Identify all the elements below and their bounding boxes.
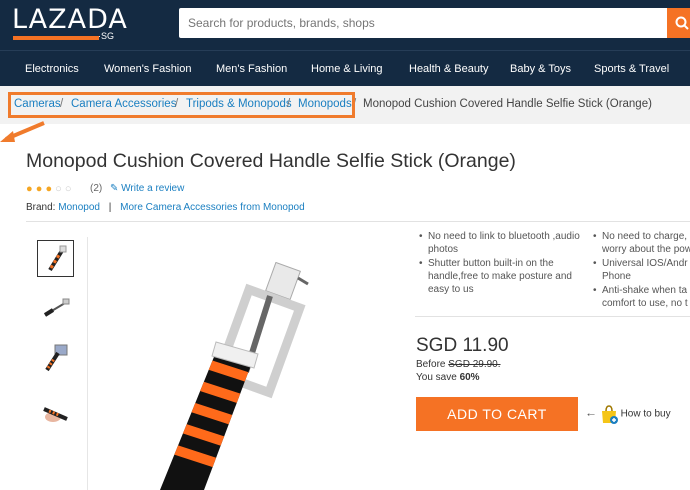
search-box — [179, 8, 669, 38]
add-to-cart-button[interactable]: ADD TO CART — [416, 397, 578, 431]
feature-item: No need to charge, worry about the pow — [593, 230, 690, 256]
logo-suffix: ·SG — [98, 31, 115, 41]
star-empty-icon: ○ — [64, 183, 72, 195]
brand-separator: | — [108, 202, 112, 213]
star-filled-icon: ● — [26, 183, 33, 195]
top-header: LAZADA ·SG — [0, 0, 690, 50]
selfie-stick-in-hand-icon — [42, 406, 68, 422]
search-icon — [675, 16, 689, 30]
breadcrumb-current: Monopod Cushion Covered Handle Selfie St… — [363, 98, 652, 110]
product-thumbnail[interactable] — [37, 339, 74, 376]
annotation-arrow-icon — [0, 121, 45, 142]
shopping-bag-icon — [601, 405, 618, 424]
selfie-stick-thumbnail-icon — [47, 245, 66, 271]
feature-item: No need to link to bluetooth ,audio phot… — [419, 230, 583, 256]
write-review-label: Write a review — [121, 183, 185, 194]
rating-count[interactable]: (2) — [90, 183, 102, 194]
left-arrow-icon: ← — [585, 405, 597, 420]
feature-item: Universal IOS/Andr Phone — [593, 257, 690, 283]
logo-underline — [13, 36, 99, 40]
nav-electronics[interactable]: Electronics — [25, 63, 79, 75]
breadcrumb-highlight-box — [8, 92, 355, 118]
selfie-stick-extended-icon — [43, 298, 69, 317]
feature-list-left: No need to link to bluetooth ,audio phot… — [418, 230, 583, 297]
brand-link[interactable]: Monopod — [58, 202, 100, 213]
feature-list-right: No need to charge, worry about the pow U… — [592, 230, 690, 310]
rating-stars: ● ● ● ○ ○ — [26, 183, 72, 195]
star-filled-icon: ● — [45, 183, 53, 195]
nav-health-beauty[interactable]: Health & Beauty — [409, 63, 489, 75]
original-price: Before SGD 29.90. — [416, 359, 501, 370]
brand-label: Brand: — [26, 202, 56, 213]
nav-sports-travel[interactable]: Sports & Travel — [594, 63, 669, 75]
product-price: SGD 11.90 — [416, 335, 509, 356]
product-thumbnail[interactable] — [37, 289, 74, 326]
search-button[interactable] — [667, 8, 690, 38]
feature-item: Shutter button built-in on the handle,fr… — [419, 257, 583, 296]
nav-baby-toys[interactable]: Baby & Toys — [510, 63, 571, 75]
product-title: Monopod Cushion Covered Handle Selfie St… — [26, 150, 516, 172]
category-nav: Electronics Women's Fashion Men's Fashio… — [0, 50, 690, 87]
search-input[interactable] — [179, 8, 660, 38]
product-thumbnail[interactable] — [37, 240, 74, 277]
how-to-buy-label: How to buy — [620, 408, 671, 420]
save-label: You save — [416, 372, 457, 383]
save-value: 60% — [459, 372, 480, 383]
thumbnail-divider — [87, 237, 88, 490]
feature-divider — [415, 316, 690, 317]
nav-womens-fashion[interactable]: Women's Fashion — [104, 63, 192, 75]
selfie-stick-with-phone-icon — [44, 344, 67, 371]
how-to-buy-link[interactable]: ← How to buy — [585, 404, 671, 424]
savings: You save 60% — [416, 372, 480, 383]
write-review-link[interactable]: ✎ Write a review — [110, 183, 184, 194]
before-price: SGD 29.90. — [448, 359, 501, 370]
before-label: Before — [416, 359, 446, 370]
more-from-brand-link[interactable]: More Camera Accessories from Monopod — [120, 202, 305, 213]
product-thumbnail[interactable] — [37, 393, 74, 430]
star-filled-icon: ● — [35, 183, 43, 195]
nav-mens-fashion[interactable]: Men's Fashion — [216, 63, 287, 75]
nav-home-living[interactable]: Home & Living — [311, 63, 383, 75]
star-empty-icon: ○ — [55, 183, 62, 195]
pencil-icon: ✎ — [110, 183, 119, 194]
section-divider — [26, 221, 690, 222]
main-product-image[interactable] — [120, 262, 330, 490]
feature-item: Anti-shake when ta comfort to use, no t — [593, 284, 690, 310]
brand-line: Brand: Monopod | More Camera Accessories… — [26, 202, 305, 213]
